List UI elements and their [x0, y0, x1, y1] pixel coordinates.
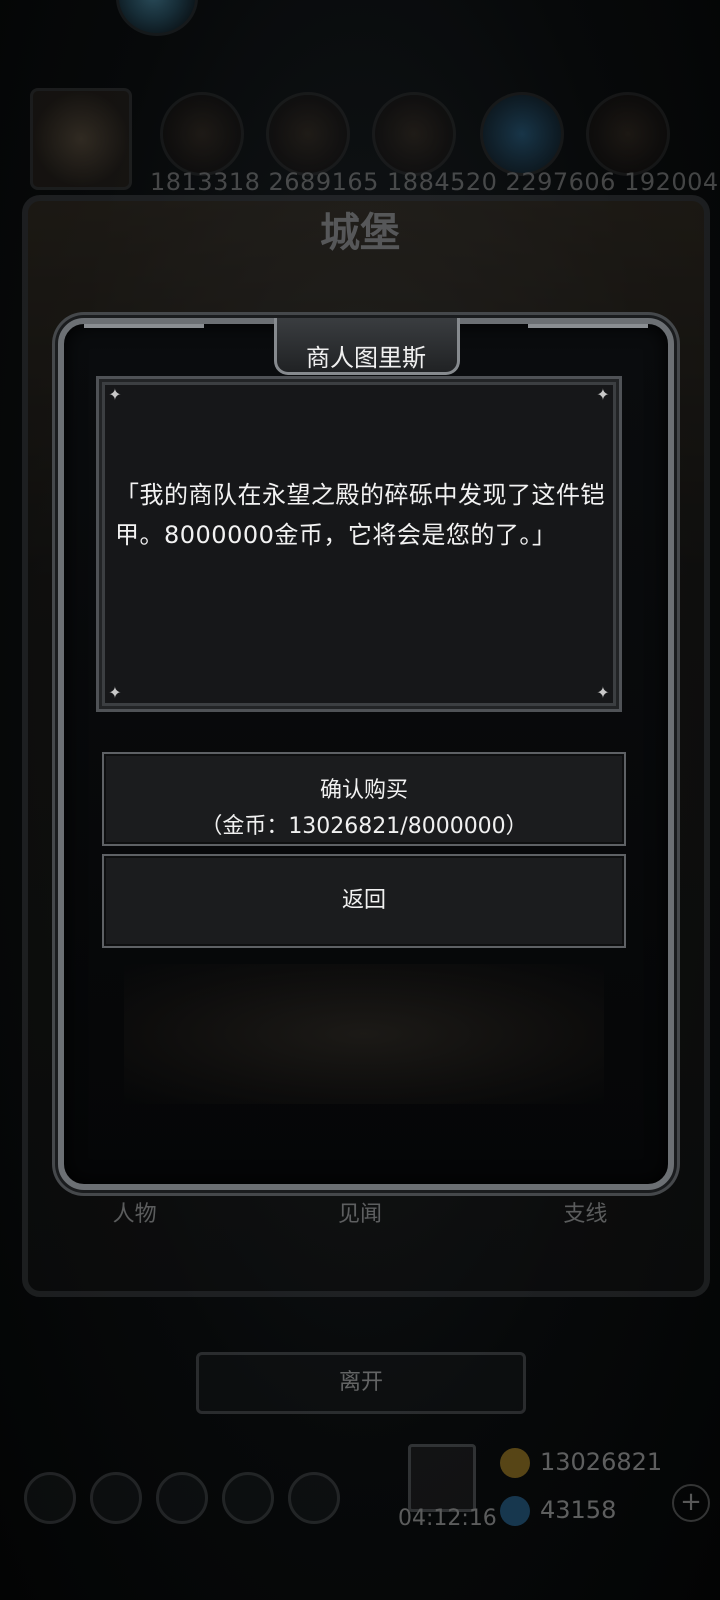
menu-icon-5[interactable]	[288, 1472, 340, 1524]
plus-icon[interactable]: +	[672, 1484, 710, 1522]
menu-icon-4[interactable]	[222, 1472, 274, 1524]
back-label: 返回	[341, 888, 386, 913]
equip-slot-4[interactable]	[480, 92, 564, 176]
speech-panel: ✦ ✦ ✦ ✦ 「我的商队在永望之殿的碎砾中发现了这件铠甲。8000000金币，…	[96, 376, 622, 712]
confirm-purchase-button[interactable]: 确认购买 （金币：13026821/8000000）	[102, 752, 626, 846]
tab-sidequest[interactable]: 支线	[473, 1180, 698, 1250]
equip-slot-helmet[interactable]	[30, 88, 132, 190]
gift-icon[interactable]	[408, 1444, 476, 1512]
equip-slot-3[interactable]	[372, 92, 456, 176]
game-screen: 1813318 2689165 1884520 2297606 1920047 …	[0, 0, 720, 1600]
sparkle-icon: ✦	[596, 385, 610, 404]
castle-tabs: 人物 见闻 支线	[22, 1180, 698, 1250]
gem-amount: 43158	[540, 1496, 617, 1524]
menu-icon-3[interactable]	[156, 1472, 208, 1524]
menu-icon-1[interactable]	[24, 1472, 76, 1524]
dialog-title: 商人图里斯	[306, 344, 426, 372]
back-button[interactable]: 返回	[102, 854, 626, 948]
gold-coin-icon	[500, 1448, 530, 1478]
gold-amount: 13026821	[540, 1448, 663, 1476]
sparkle-icon: ✦	[108, 683, 122, 702]
tab-news[interactable]: 见闻	[247, 1180, 472, 1250]
confirm-purchase-label: 确认购买	[319, 778, 408, 803]
equip-slot-5[interactable]	[586, 92, 670, 176]
bottom-bar: 04:12:16 13026821 43158 +	[0, 1440, 720, 1560]
equip-slot-2[interactable]	[266, 92, 350, 176]
player-avatar[interactable]	[116, 0, 198, 36]
merchant-dialog: 商人图里斯 ✦ ✦ ✦ ✦ 「我的商队在永望之殿的碎砾中发现了这件铠甲。8000…	[58, 318, 674, 1190]
merchant-speech: 「我的商队在永望之殿的碎砾中发现了这件铠甲。8000000金币，它将会是您的了。…	[115, 481, 605, 549]
sparkle-icon: ✦	[108, 385, 122, 404]
menu-icon-2[interactable]	[90, 1472, 142, 1524]
gem-icon	[500, 1496, 530, 1526]
leave-button[interactable]: 离开	[196, 1352, 526, 1414]
gift-timer: 04:12:16	[398, 1506, 497, 1531]
sparkle-icon: ✦	[596, 683, 610, 702]
confirm-purchase-cost: （金币：13026821/8000000）	[200, 814, 528, 839]
tab-character[interactable]: 人物	[22, 1180, 247, 1250]
equip-slot-1[interactable]	[160, 92, 244, 176]
dialog-backdrop-texture	[124, 964, 604, 1104]
castle-title: 城堡	[320, 209, 400, 256]
equipment-values: 1813318 2689165 1884520 2297606 1920047	[150, 168, 720, 196]
